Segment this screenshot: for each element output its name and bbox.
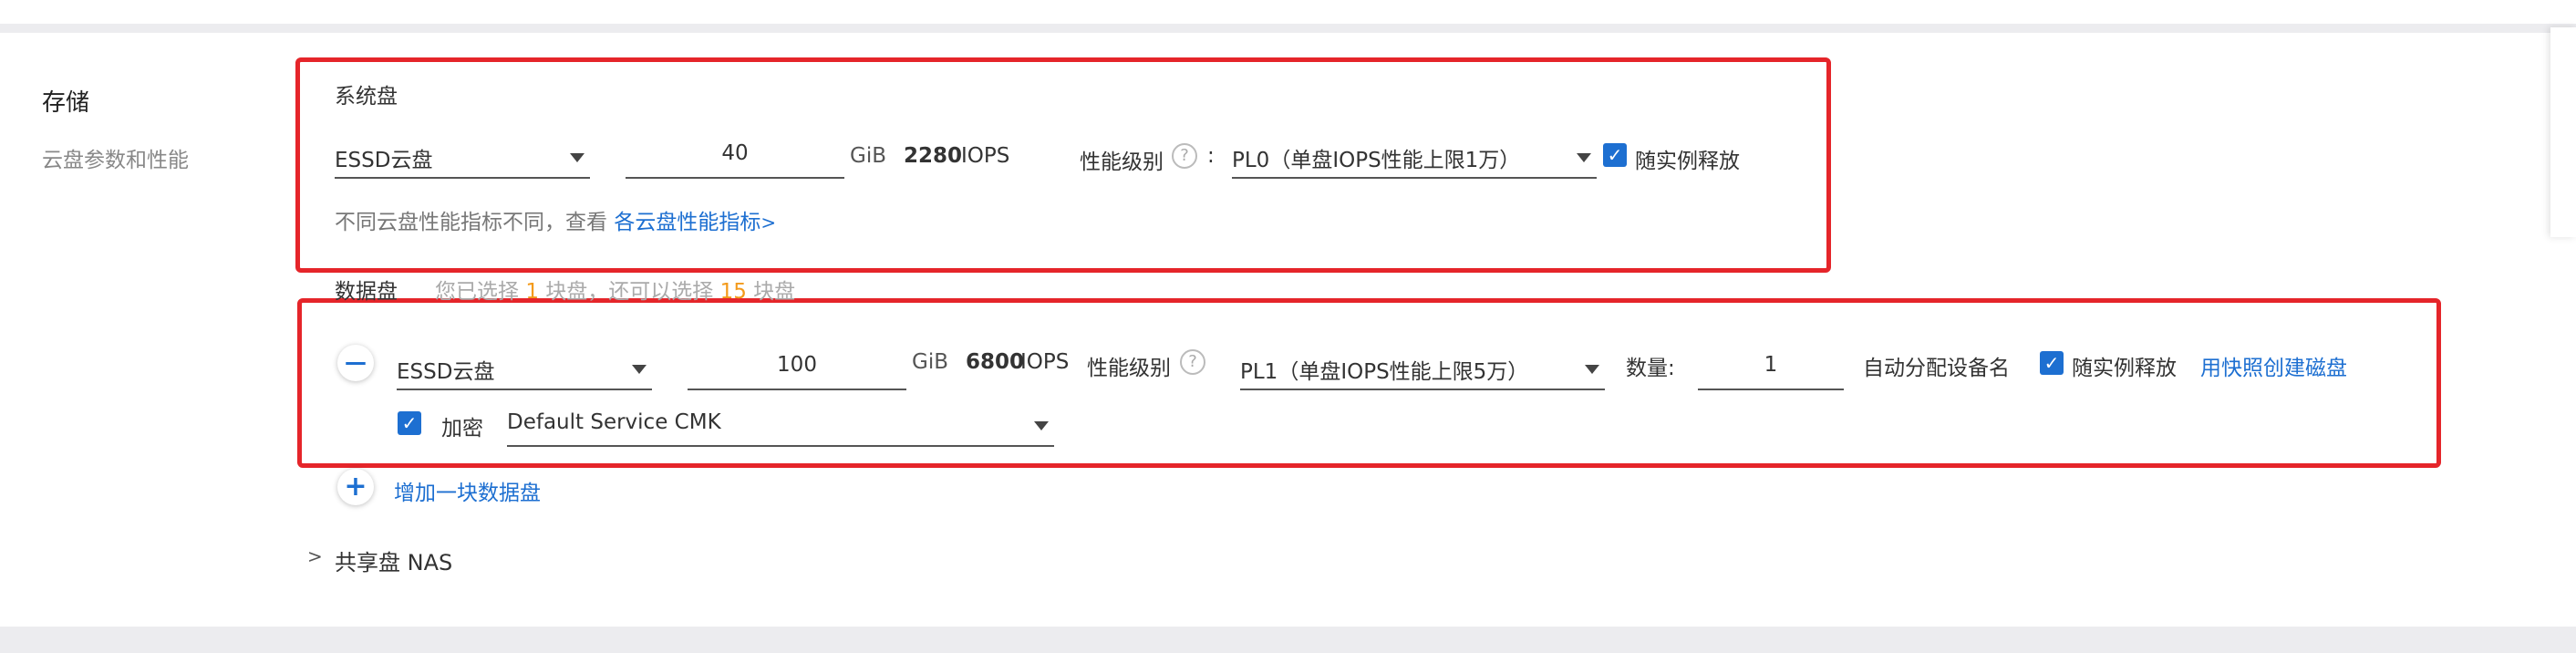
right-side-panel-edge	[2550, 27, 2576, 237]
data-disk-iops-label: IOPS	[1020, 350, 1070, 374]
section-subtitle: 云盘参数和性能	[42, 149, 189, 172]
data-disk-remaining-count: 15	[719, 280, 747, 304]
data-disk-release-label: 随实例释放	[2072, 357, 2177, 380]
data-disk-iops-value: 6800	[966, 350, 1025, 374]
chevron-right-icon[interactable]: >	[307, 545, 323, 567]
section-title: 存储	[42, 89, 90, 117]
data-disk-size-input[interactable]: 100	[688, 347, 906, 390]
data-disk-hint: 您已选择 1 块盘，还可以选择 15 块盘	[435, 274, 795, 305]
add-disk-link[interactable]: 增加一块数据盘	[394, 475, 541, 506]
system-disk-heading: 系统盘	[335, 85, 398, 109]
snapshot-create-disk-link[interactable]: 用快照创建磁盘	[2200, 350, 2347, 381]
system-disk-note-text: 不同云盘性能指标不同，查看	[335, 211, 607, 234]
system-disk-type-value: ESSD云盘	[335, 149, 433, 172]
top-band	[0, 0, 2576, 24]
system-disk-type-select[interactable]: ESSD云盘	[335, 135, 590, 179]
auto-device-name-label: 自动分配设备名	[1863, 357, 2010, 380]
minus-icon: —	[345, 349, 367, 375]
chevron-down-icon	[632, 365, 647, 374]
chevron-down-icon	[1585, 365, 1599, 374]
help-icon[interactable]: ?	[1172, 143, 1197, 169]
perf-metrics-link[interactable]: 各云盘性能指标	[614, 211, 760, 234]
chevron-down-icon	[1577, 153, 1591, 162]
data-disk-selected-count: 1	[525, 280, 539, 304]
encrypt-checkbox[interactable]: ✓	[398, 411, 421, 435]
data-disk-heading: 数据盘	[335, 280, 398, 304]
encrypt-key-select[interactable]: Default Service CMK	[507, 403, 1054, 447]
encrypt-key-value: Default Service CMK	[507, 410, 721, 434]
page: 存储 云盘参数和性能 系统盘 ESSD云盘 40 GiB 2280 IOPS 性…	[0, 0, 2576, 653]
system-disk-note: 不同云盘性能指标不同，查看 各云盘性能指标>	[335, 204, 776, 235]
system-disk-perf-colon: :	[1207, 144, 1215, 168]
encrypt-label: 加密	[441, 417, 483, 441]
system-disk-release-label: 随实例释放	[1635, 150, 1740, 173]
system-disk-size-input[interactable]: 40	[626, 135, 844, 179]
chevron-down-icon	[570, 153, 585, 162]
data-disk-unit: GiB	[912, 350, 948, 374]
system-disk-release-checkbox[interactable]: ✓	[1603, 143, 1627, 167]
add-disk-button[interactable]: +	[337, 469, 374, 505]
system-disk-iops-value: 2280	[904, 144, 963, 168]
data-disk-type-select[interactable]: ESSD云盘	[397, 347, 652, 390]
help-icon[interactable]: ?	[1180, 349, 1205, 375]
chevron-down-icon	[1034, 421, 1049, 430]
system-disk-perf-value: PL0（单盘IOPS性能上限1万）	[1232, 149, 1521, 172]
data-disk-release-checkbox[interactable]: ✓	[2040, 351, 2064, 375]
system-disk-unit: GiB	[850, 144, 886, 168]
plus-icon: +	[344, 471, 367, 503]
data-disk-perf-select[interactable]: PL1（单盘IOPS性能上限5万）	[1240, 347, 1605, 390]
link-arrow-icon: >	[760, 212, 777, 233]
remove-disk-button[interactable]: —	[337, 345, 374, 381]
data-disk-qty-input[interactable]: 1	[1698, 347, 1844, 390]
system-disk-perf-label: 性能级别	[1080, 150, 1164, 174]
data-disk-perf-value: PL1（单盘IOPS性能上限5万）	[1240, 360, 1529, 384]
data-disk-hint-mid: 块盘，还可以选择	[545, 280, 714, 304]
nas-section-toggle[interactable]: 共享盘 NAS	[335, 544, 452, 576]
data-disk-type-value: ESSD云盘	[397, 360, 495, 384]
system-disk-perf-select[interactable]: PL0（单盘IOPS性能上限1万）	[1232, 135, 1597, 179]
system-disk-iops-label: IOPS	[961, 144, 1010, 168]
data-disk-hint-suffix: 块盘	[753, 280, 796, 304]
data-disk-perf-label: 性能级别	[1087, 357, 1171, 380]
data-disk-qty-label: 数量:	[1626, 357, 1675, 380]
data-disk-hint-prefix: 您已选择	[435, 280, 519, 304]
